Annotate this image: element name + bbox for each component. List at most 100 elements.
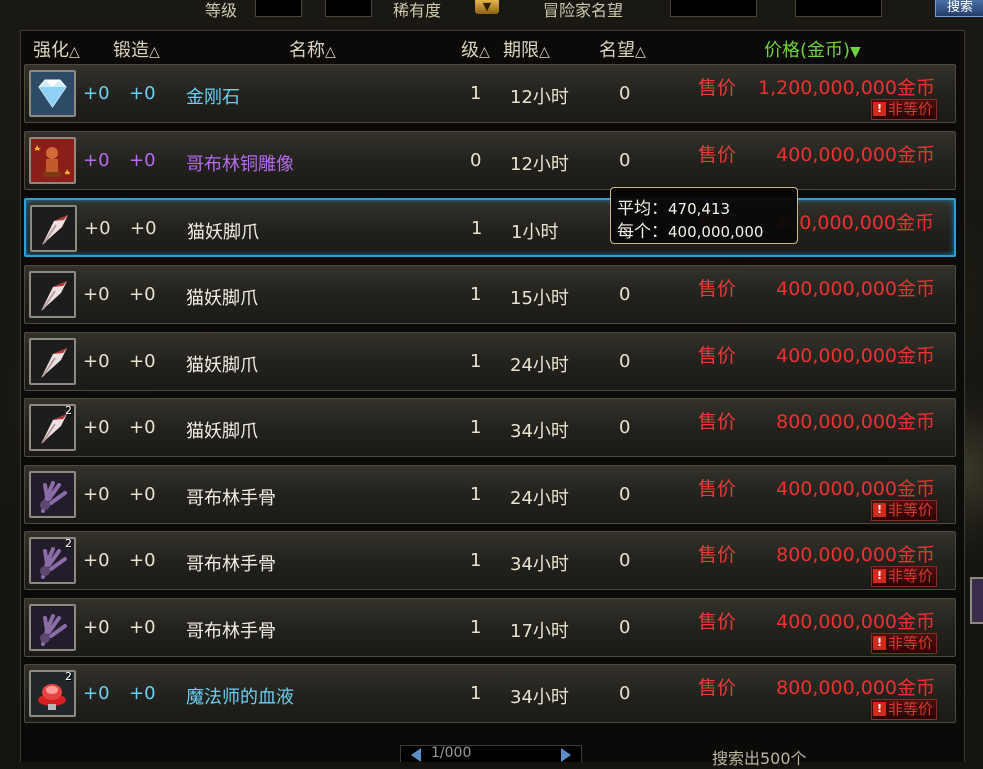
cat-claw-icon[interactable]: 2: [29, 404, 76, 451]
goblin-statue-icon[interactable]: [29, 137, 76, 184]
sort-up-icon: △: [149, 44, 160, 60]
item-duration: 34小时: [510, 687, 569, 708]
forge-value: +0: [129, 351, 156, 372]
cat-claw-icon[interactable]: [29, 271, 76, 318]
fame-min-input[interactable]: [670, 0, 757, 17]
item-duration: 34小时: [510, 421, 569, 442]
col-fame-header[interactable]: 名望△: [599, 36, 646, 62]
col-name-header[interactable]: 名称△: [289, 36, 336, 62]
level-filter-label: 等级: [205, 1, 238, 20]
item-name: 猫妖脚爪: [187, 222, 259, 243]
sort-up-icon: △: [539, 44, 550, 60]
item-row[interactable]: 2 +0 +0 哥布林手骨 1 34小时 0 售价 800,000,000金币! 非等价: [24, 531, 956, 590]
unfair-price-badge: ! 非等价: [870, 566, 937, 587]
item-fame: 0: [619, 351, 631, 372]
item-row[interactable]: +0 +0 猫妖脚爪 1 24小时 0 售价 400,000,000金币: [24, 332, 956, 391]
diamond-icon[interactable]: [29, 70, 76, 117]
item-fame: 0: [619, 683, 631, 704]
level-max-input[interactable]: [325, 0, 372, 17]
enhance-value: +0: [84, 218, 111, 239]
item-level: 1: [470, 83, 482, 104]
item-row[interactable]: +0 +0 哥布林铜雕像 0 12小时 0 售价 400,000,000金币: [24, 131, 956, 190]
unfair-price-badge: ! 非等价: [870, 99, 937, 120]
unit-price-value: 400,000,000: [668, 223, 764, 241]
item-level: 1: [470, 417, 482, 438]
item-price: 1,200,000,000金币: [757, 77, 935, 99]
sell-label: 售价: [698, 411, 737, 433]
item-name: 猫妖脚爪: [186, 421, 258, 442]
col-price-header[interactable]: 价格(金币)▼: [764, 36, 861, 62]
col-forge-header[interactable]: 锻造△: [113, 36, 160, 62]
item-level: 1: [470, 617, 482, 638]
side-item-slot[interactable]: [970, 577, 983, 624]
mage-blood-icon[interactable]: 2: [29, 670, 76, 717]
item-level: 1: [470, 550, 482, 571]
enhance-value: +0: [83, 150, 110, 171]
item-duration: 1小时: [511, 222, 559, 243]
item-row[interactable]: +0 +0 哥布林手骨 1 17小时 0 售价 400,000,000金币! 非等价: [24, 598, 956, 657]
forge-value: +0: [129, 617, 156, 638]
item-fame: 0: [619, 550, 631, 571]
item-level: 1: [470, 484, 482, 505]
item-row[interactable]: +0+0猫妖脚爪11小时售价400,000,000金币: [24, 198, 956, 257]
item-row[interactable]: +0 +0 哥布林手骨 1 24小时 0 售价 400,000,000金币! 非等价: [24, 465, 956, 524]
sell-label: 售价: [698, 478, 737, 500]
adventurer-fame-label: 冒险家名望: [543, 1, 624, 20]
prev-page-icon[interactable]: [411, 748, 421, 762]
item-price: 400,000,000金币: [776, 345, 935, 367]
warning-icon: !: [872, 503, 886, 517]
warning-icon: !: [872, 702, 886, 716]
item-price: 400,000,000金币: [776, 144, 935, 166]
column-header-row: 强化△ 锻造△ 名称△ 级△ 期限△ 名望△ 价格(金币)▼: [20, 33, 963, 63]
fame-max-input[interactable]: [795, 0, 882, 17]
warning-icon: !: [872, 569, 886, 583]
item-name: 哥布林手骨: [186, 554, 276, 575]
forge-value: +0: [129, 284, 156, 305]
enhance-value: +0: [83, 417, 110, 438]
goblin-hand-bone-icon[interactable]: [29, 604, 76, 651]
sort-up-icon: △: [69, 44, 80, 60]
forge-value: +0: [129, 83, 156, 104]
search-button[interactable]: 搜索: [935, 0, 983, 17]
rarity-filter-label: 稀有度: [393, 1, 442, 20]
item-name: 魔法师的血液: [186, 687, 294, 708]
item-fame: 0: [619, 417, 631, 438]
rarity-dropdown-arrow-icon[interactable]: ▼: [475, 0, 499, 14]
item-price: 800,000,000金币: [776, 677, 935, 699]
level-min-input[interactable]: [255, 0, 302, 17]
next-page-icon[interactable]: [561, 748, 571, 762]
sort-up-icon: △: [325, 44, 336, 60]
goblin-hand-bone-icon[interactable]: 2: [29, 537, 76, 584]
item-row[interactable]: 2 +0 +0 魔法师的血液 1 34小时 0 售价 800,000,000金币! 非等价: [24, 664, 956, 723]
forge-value: +0: [129, 484, 156, 505]
item-row[interactable]: 2 +0 +0 猫妖脚爪 1 34小时 0 售价 800,000,000金币: [24, 398, 956, 457]
item-price: 400,000,000金币: [775, 212, 934, 234]
col-level-header[interactable]: 级△: [461, 36, 490, 62]
item-price: 800,000,000金币: [776, 411, 935, 433]
goblin-hand-bone-icon[interactable]: [29, 471, 76, 518]
cat-claw-icon[interactable]: [29, 338, 76, 385]
cat-claw-icon[interactable]: [30, 205, 77, 252]
item-name: 金刚石: [186, 87, 240, 108]
unfair-price-badge: ! 非等价: [870, 699, 937, 720]
enhance-value: +0: [83, 484, 110, 505]
item-duration: 24小时: [510, 355, 569, 376]
enhance-value: +0: [83, 351, 110, 372]
item-name: 哥布林手骨: [186, 621, 276, 642]
forge-value: +0: [130, 218, 157, 239]
col-enhance-header[interactable]: 强化△: [33, 36, 80, 62]
col-duration-header[interactable]: 期限△: [503, 36, 550, 62]
item-name: 猫妖脚爪: [186, 288, 258, 309]
item-price: 400,000,000金币: [776, 278, 935, 300]
item-level: 1: [470, 284, 482, 305]
item-duration: 12小时: [510, 87, 569, 108]
item-row[interactable]: +0 +0 猫妖脚爪 1 15小时 0 售价 400,000,000金币: [24, 265, 956, 324]
unfair-price-badge: ! 非等价: [870, 633, 937, 654]
enhance-value: +0: [83, 683, 110, 704]
warning-icon: !: [872, 102, 886, 116]
item-price: 800,000,000金币: [776, 544, 935, 566]
search-result-status: 搜索出500个: [712, 749, 807, 768]
item-row[interactable]: +0 +0 金刚石 1 12小时 0 售价 1,200,000,000金币! 非等价: [24, 64, 956, 123]
item-name: 哥布林手骨: [186, 488, 276, 509]
sell-label: 售价: [698, 278, 737, 300]
